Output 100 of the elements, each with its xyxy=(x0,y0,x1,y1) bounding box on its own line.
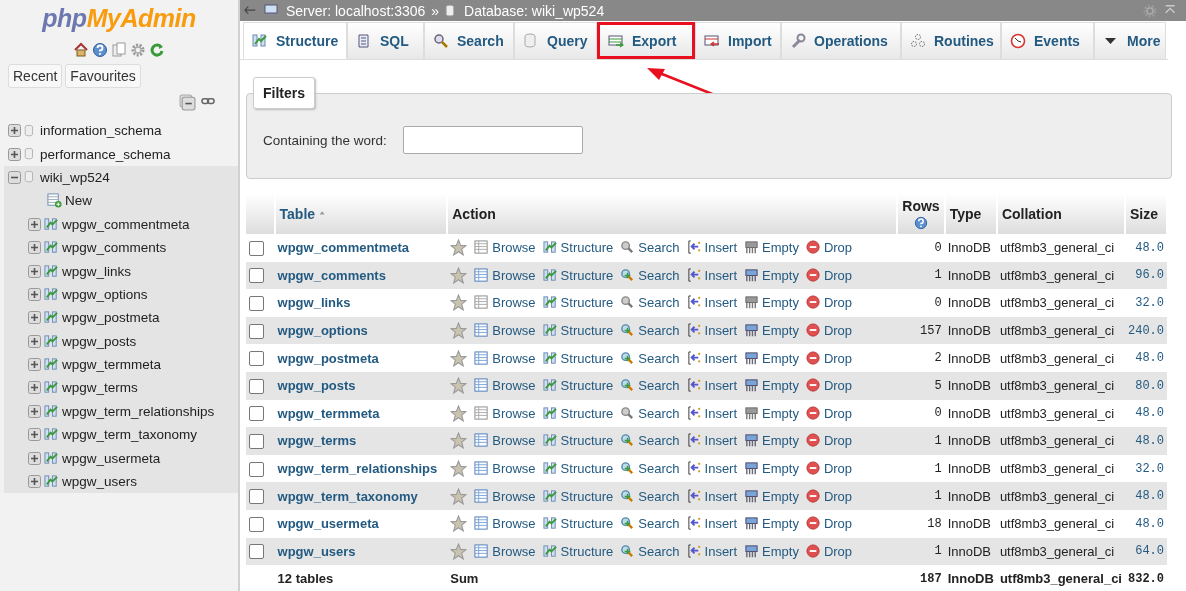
action-link[interactable]: Insert xyxy=(686,240,738,256)
action-link[interactable]: Drop xyxy=(805,543,853,559)
favourites-button[interactable]: Favourites xyxy=(65,64,141,88)
table-name-link[interactable]: wpgw_postmeta xyxy=(274,344,448,372)
table-name-link[interactable]: wpgw_comments xyxy=(274,261,448,290)
table-name-link[interactable]: wpgw_posts xyxy=(274,371,448,400)
action-link[interactable]: Drop xyxy=(805,461,853,477)
action-link[interactable]: Drop xyxy=(805,350,853,366)
tab[interactable]: More xyxy=(1094,22,1166,59)
star-icon[interactable] xyxy=(450,515,468,533)
collapse-icon[interactable] xyxy=(8,170,21,184)
star-icon[interactable] xyxy=(450,460,468,478)
action-link[interactable]: Search xyxy=(620,350,680,366)
tree-item[interactable]: wpgw_termmeta xyxy=(4,352,238,377)
table-name-link[interactable]: wpgw_terms xyxy=(274,427,448,455)
tab[interactable]: Query xyxy=(514,22,597,59)
home-icon[interactable] xyxy=(73,42,89,58)
expand-icon[interactable] xyxy=(8,147,21,161)
action-link[interactable]: Empty xyxy=(744,295,799,311)
database-link[interactable]: Database: wiki_wp524 xyxy=(464,2,605,19)
action-link[interactable]: Browse xyxy=(474,323,536,339)
tab[interactable]: Import xyxy=(695,22,781,59)
tree-item[interactable]: New xyxy=(4,189,238,213)
action-link[interactable]: Drop xyxy=(805,295,853,311)
tab[interactable]: Search xyxy=(424,22,514,59)
action-link[interactable]: Structure xyxy=(542,433,614,449)
star-icon[interactable] xyxy=(450,432,468,450)
action-link[interactable]: Search xyxy=(620,433,680,449)
recent-button[interactable]: Recent xyxy=(8,64,63,88)
action-link[interactable]: Structure xyxy=(542,323,614,339)
action-link[interactable]: Insert xyxy=(686,405,738,421)
table-name-link[interactable]: wpgw_links xyxy=(274,289,448,317)
search-field[interactable] xyxy=(402,126,583,154)
action-link[interactable]: Structure xyxy=(542,350,614,366)
action-link[interactable]: Browse xyxy=(474,295,536,311)
tab[interactable]: Routines xyxy=(901,22,1001,59)
action-link[interactable]: Structure xyxy=(542,516,614,532)
action-link[interactable]: Insert xyxy=(686,350,738,366)
row-checkbox[interactable] xyxy=(249,296,264,311)
table-name-link[interactable]: wpgw_commentmeta xyxy=(274,234,448,262)
expand-icon[interactable] xyxy=(28,358,41,372)
star-icon[interactable] xyxy=(450,239,468,257)
action-link[interactable]: Search xyxy=(620,543,680,559)
row-checkbox[interactable] xyxy=(249,378,264,394)
star-icon[interactable] xyxy=(450,349,468,367)
action-link[interactable]: Insert xyxy=(686,433,738,449)
action-link[interactable]: Insert xyxy=(686,378,738,394)
table-name-link[interactable]: wpgw_term_taxonomy xyxy=(274,482,448,510)
reload-icon[interactable] xyxy=(149,42,165,58)
action-link[interactable]: Search xyxy=(620,405,680,421)
server-link[interactable]: Server: localhost:3306 xyxy=(286,2,426,19)
action-link[interactable]: Browse xyxy=(474,516,536,532)
expand-icon[interactable] xyxy=(28,217,41,231)
action-link[interactable]: Browse xyxy=(474,267,536,283)
action-link[interactable]: Browse xyxy=(474,433,536,449)
tree-item[interactable]: wpgw_term_relationships xyxy=(4,399,238,424)
row-checkbox[interactable] xyxy=(249,544,264,560)
action-link[interactable]: Empty xyxy=(744,488,799,504)
row-checkbox[interactable] xyxy=(249,268,264,284)
table-name-link[interactable]: wpgw_users xyxy=(274,537,448,566)
star-icon[interactable] xyxy=(450,487,468,505)
expand-icon[interactable] xyxy=(28,287,41,301)
expand-icon[interactable] xyxy=(8,124,21,138)
action-link[interactable]: Empty xyxy=(744,461,799,477)
tree-item[interactable]: wpgw_postmeta xyxy=(4,306,238,330)
expand-icon[interactable] xyxy=(28,381,41,395)
action-link[interactable]: Search xyxy=(620,461,680,477)
action-link[interactable]: Insert xyxy=(686,516,738,532)
action-link[interactable]: Empty xyxy=(744,240,799,256)
action-link[interactable]: Drop xyxy=(805,488,853,504)
action-link[interactable]: Empty xyxy=(744,516,799,532)
star-icon[interactable] xyxy=(450,377,468,395)
tree-item[interactable]: wpgw_terms xyxy=(4,376,238,400)
action-link[interactable]: Drop xyxy=(805,323,853,339)
action-link[interactable]: Empty xyxy=(744,378,799,394)
star-icon[interactable] xyxy=(450,404,468,422)
star-icon[interactable] xyxy=(450,542,468,560)
action-link[interactable]: Structure xyxy=(542,240,614,256)
action-link[interactable]: Search xyxy=(620,378,680,394)
star-icon[interactable] xyxy=(450,266,468,284)
tab[interactable]: Operations xyxy=(781,22,901,59)
action-link[interactable]: Structure xyxy=(542,267,614,283)
row-checkbox[interactable] xyxy=(249,516,264,532)
row-checkbox[interactable] xyxy=(249,406,264,422)
tree-item[interactable]: performance_schema xyxy=(4,142,238,166)
action-link[interactable]: Browse xyxy=(474,405,536,421)
star-icon[interactable] xyxy=(450,322,468,340)
table-name-link[interactable]: wpgw_options xyxy=(274,316,448,345)
action-link[interactable]: Structure xyxy=(542,488,614,504)
expand-icon[interactable] xyxy=(28,311,41,325)
row-checkbox[interactable] xyxy=(249,240,264,256)
star-icon[interactable] xyxy=(450,294,468,312)
action-link[interactable]: Browse xyxy=(474,378,536,394)
action-link[interactable]: Drop xyxy=(805,433,853,449)
expand-icon[interactable] xyxy=(28,428,41,442)
tab[interactable]: Events xyxy=(1001,22,1094,59)
tree-item[interactable]: wpgw_options xyxy=(4,282,238,307)
action-link[interactable]: Empty xyxy=(744,405,799,421)
action-link[interactable]: Search xyxy=(620,516,680,532)
action-link[interactable]: Browse xyxy=(474,488,536,504)
